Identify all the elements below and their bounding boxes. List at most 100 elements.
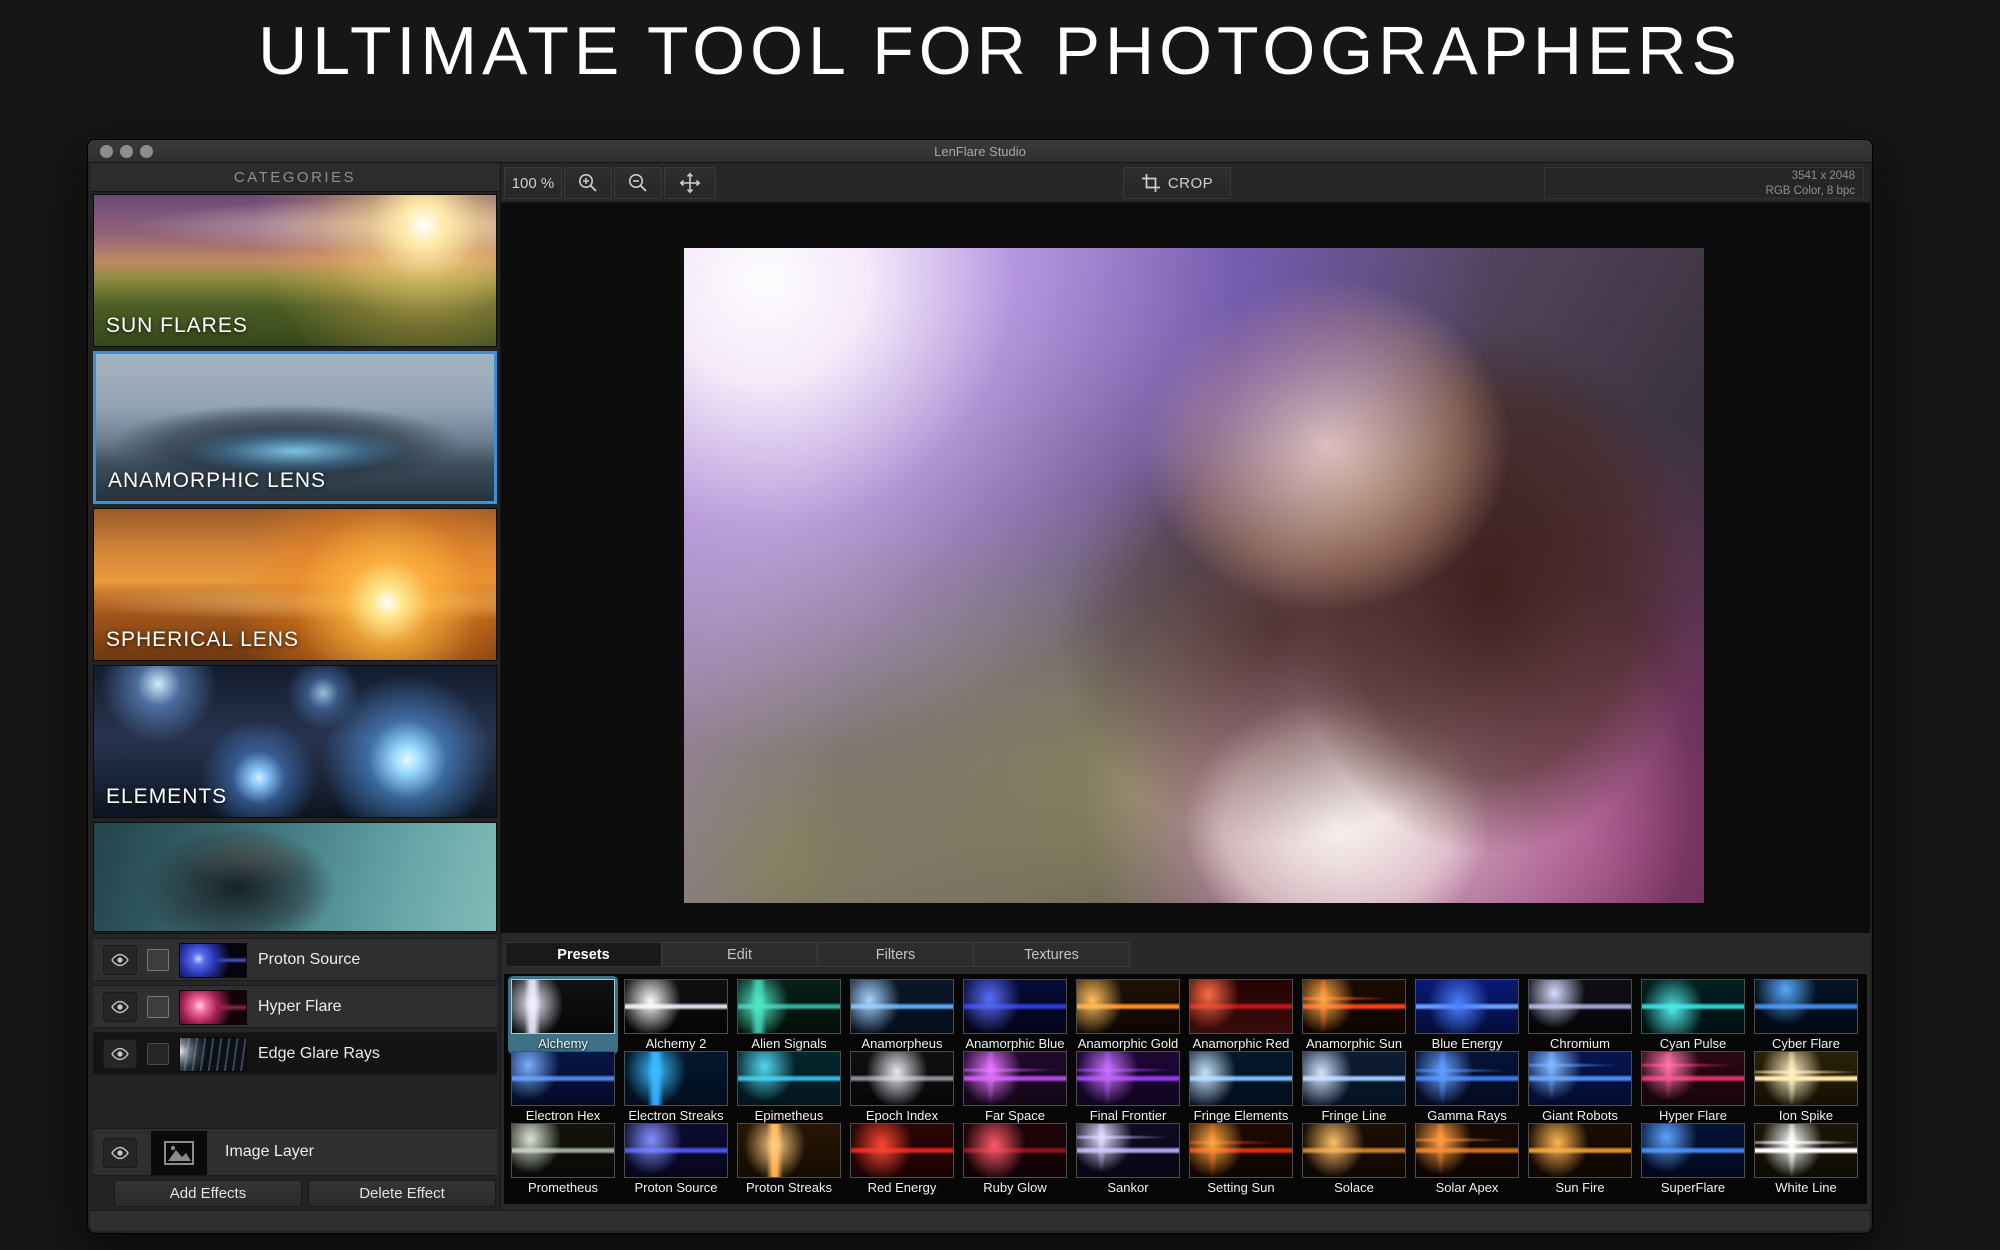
tab-presets[interactable]: Presets [505,942,662,967]
window-footer [90,1210,1870,1231]
preset-name: Gamma Rays [1415,1108,1519,1123]
layer-visibility-toggle[interactable] [103,1039,137,1069]
preset-cyan-pulse[interactable]: Cyan Pulse [1641,979,1745,1051]
delete-effect-button[interactable]: Delete Effect [308,1180,496,1207]
preset-white-line[interactable]: White Line [1754,1123,1858,1195]
effect-layers-list: Proton SourceHyper Flare Edge Glare Rays [93,933,497,1075]
move-tool-button[interactable] [664,167,716,199]
preset-ion-spike[interactable]: Ion Spike [1754,1051,1858,1123]
zoom-in-button[interactable] [564,167,612,199]
preset-anamorphic-gold[interactable]: Anamorphic Gold [1076,979,1180,1051]
preset-epimetheus[interactable]: Epimetheus [737,1051,841,1123]
presets-panel: PresetsEditFiltersTextures Alchemy Alchem… [500,933,1870,1210]
preset-sankor[interactable]: Sankor [1076,1123,1180,1195]
category-anamorphic-lens[interactable]: ANAMORPHIC LENS [93,351,497,504]
preset-name: Solar Apex [1415,1180,1519,1195]
canvas[interactable] [500,203,1870,933]
preset-red-energy[interactable]: Red Energy [850,1123,954,1195]
preset-thumbnail [737,1051,841,1106]
preset-name: Cyan Pulse [1641,1036,1745,1051]
zoom-level-button[interactable]: 100 % [504,167,562,199]
preset-giant-robots[interactable]: Giant Robots [1528,1051,1632,1123]
preset-fringe-line[interactable]: Fringe Line [1302,1051,1406,1123]
category-label: SPHERICAL LENS [106,628,299,652]
crop-icon [1141,173,1161,193]
crop-button[interactable]: CROP [1123,167,1231,199]
layer-checkbox[interactable] [147,1043,169,1065]
preset-final-frontier[interactable]: Final Frontier [1076,1051,1180,1123]
preset-blue-energy[interactable]: Blue Energy [1415,979,1519,1051]
preset-name: Cyber Flare [1754,1036,1858,1051]
preset-cyber-flare[interactable]: Cyber Flare [1754,979,1858,1051]
preset-anamorphic-sun[interactable]: Anamorphic Sun [1302,979,1406,1051]
preset-name: Giant Robots [1528,1108,1632,1123]
preset-thumbnail [1641,979,1745,1034]
layer-row-edge-glare-rays[interactable]: Edge Glare Rays [93,1032,497,1075]
preset-hyper-flare[interactable]: Hyper Flare [1641,1051,1745,1123]
toolbar: 100 % [500,163,1870,203]
preset-solar-apex[interactable]: Solar Apex [1415,1123,1519,1195]
preset-name: Final Frontier [1076,1108,1180,1123]
preset-fringe-elements[interactable]: Fringe Elements [1189,1051,1293,1123]
layer-checkbox[interactable] [147,949,169,971]
eye-icon [110,1000,130,1014]
preset-name: Blue Energy [1415,1036,1519,1051]
page: ULTIMATE TOOL FOR PHOTOGRAPHERS LenFlare… [0,0,2000,1250]
crop-label: CROP [1168,175,1213,192]
layer-visibility-toggle[interactable] [103,945,137,975]
preset-electron-hex[interactable]: Electron Hex [511,1051,615,1123]
category-model[interactable] [93,822,497,932]
preset-electron-streaks[interactable]: Electron Streaks [624,1051,728,1123]
preset-far-space[interactable]: Far Space [963,1051,1067,1123]
tab-edit[interactable]: Edit [661,942,818,967]
layer-row-hyper-flare[interactable]: Hyper Flare [93,985,497,1028]
preset-name: Fringe Elements [1189,1108,1293,1123]
preset-name: Electron Streaks [624,1108,728,1123]
preset-name: Alchemy [511,1036,615,1051]
image-info: 3541 x 2048 RGB Color, 8 bpc [1544,167,1864,199]
preset-thumbnail [1076,1051,1180,1106]
zoom-out-button[interactable] [614,167,662,199]
preset-alien-signals[interactable]: Alien Signals [737,979,841,1051]
tab-textures[interactable]: Textures [973,942,1130,967]
preset-anamorphic-red[interactable]: Anamorphic Red [1189,979,1293,1051]
layer-visibility-toggle[interactable] [103,992,137,1022]
preset-ruby-glow[interactable]: Ruby Glow [963,1123,1067,1195]
preset-thumbnail [737,979,841,1034]
preset-solace[interactable]: Solace [1302,1123,1406,1195]
preset-gamma-rays[interactable]: Gamma Rays [1415,1051,1519,1123]
preset-epoch-index[interactable]: Epoch Index [850,1051,954,1123]
layer-label: Edge Glare Rays [258,1033,380,1074]
preset-thumbnail [1415,1051,1519,1106]
image-layer-thumbnail[interactable] [151,1131,207,1175]
layer-row-proton-source[interactable]: Proton Source [93,938,497,981]
category-elements[interactable]: ELEMENTS [93,665,497,818]
image-layer-visibility-toggle[interactable] [103,1138,137,1168]
preset-alchemy[interactable]: Alchemy [511,979,615,1051]
canvas-photo[interactable] [684,248,1704,903]
preset-name: Prometheus [511,1180,615,1195]
preset-thumbnail [1415,1123,1519,1178]
layer-checkbox[interactable] [147,996,169,1018]
category-sun-flares[interactable]: SUN FLARES [93,194,497,347]
preset-prometheus[interactable]: Prometheus [511,1123,615,1195]
preset-alchemy-2[interactable]: Alchemy 2 [624,979,728,1051]
category-spherical-lens[interactable]: SPHERICAL LENS [93,508,497,661]
preset-anamorphic-blue[interactable]: Anamorphic Blue [963,979,1067,1051]
tab-filters[interactable]: Filters [817,942,974,967]
preset-chromium[interactable]: Chromium [1528,979,1632,1051]
preset-proton-streaks[interactable]: Proton Streaks [737,1123,841,1195]
preset-sun-fire[interactable]: Sun Fire [1528,1123,1632,1195]
preset-anamorpheus[interactable]: Anamorpheus [850,979,954,1051]
preset-setting-sun[interactable]: Setting Sun [1189,1123,1293,1195]
add-effects-button[interactable]: Add Effects [114,1180,302,1207]
preset-name: Electron Hex [511,1108,615,1123]
image-layer-row[interactable]: Image Layer [93,1128,497,1176]
preset-proton-source[interactable]: Proton Source [624,1123,728,1195]
preset-thumbnail [850,1123,954,1178]
layer-thumbnail [179,990,247,1025]
category-label: SUN FLARES [106,314,248,338]
preset-name: Sun Fire [1528,1180,1632,1195]
preset-superflare[interactable]: SuperFlare [1641,1123,1745,1195]
preset-name: Anamorphic Blue [963,1036,1067,1051]
